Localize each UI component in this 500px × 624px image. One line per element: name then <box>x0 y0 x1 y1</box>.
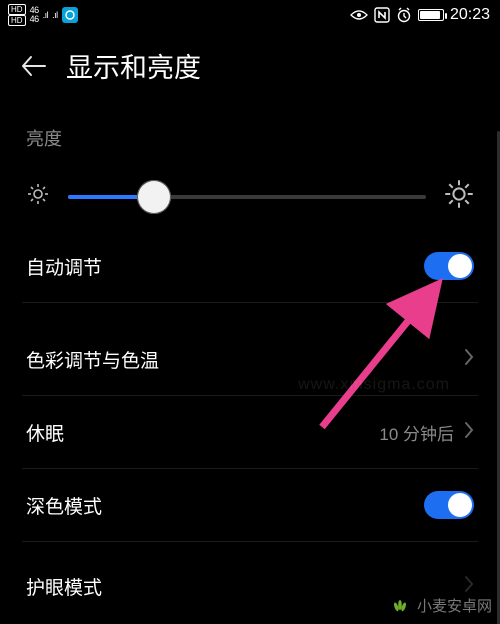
chevron-right-icon <box>464 575 474 598</box>
clock-time: 20:23 <box>450 6 490 24</box>
row-dark-mode[interactable]: 深色模式 <box>26 469 474 541</box>
row-label: 自动调节 <box>26 253 102 280</box>
signal-icon: .ıl <box>52 10 58 20</box>
hd-badge: HD <box>8 4 26 15</box>
chevron-right-icon <box>464 348 474 371</box>
back-arrow-icon <box>21 53 47 79</box>
content-area: 亮度 自动调节 色彩调节与色温 休眠 10 分钟后 <box>0 125 500 624</box>
status-left: HD HD 46 46 .ıl .ıl <box>8 4 78 26</box>
network-label: 46 <box>30 15 39 24</box>
status-bar: HD HD 46 46 .ıl .ıl 20:23 <box>0 0 500 28</box>
signal-icon: .ıl <box>43 10 49 20</box>
brightness-slider-row <box>26 179 474 214</box>
row-color-temp[interactable]: 色彩调节与色温 <box>26 323 474 395</box>
row-label: 休眠 <box>26 419 64 446</box>
sleep-value: 10 分钟后 <box>379 420 454 445</box>
row-sleep[interactable]: 休眠 10 分钟后 <box>26 396 474 468</box>
eye-icon <box>350 9 368 21</box>
nfc-icon <box>374 7 390 23</box>
sun-small-icon <box>26 182 50 211</box>
page-header: 显示和亮度 <box>0 28 500 111</box>
chevron-right-icon <box>464 421 474 444</box>
hd-badge: HD <box>8 15 26 26</box>
row-label: 色彩调节与色温 <box>26 346 159 373</box>
brightness-slider[interactable] <box>68 195 426 199</box>
back-button[interactable] <box>20 52 48 80</box>
status-right: 20:23 <box>350 6 490 24</box>
row-auto-adjust[interactable]: 自动调节 <box>26 230 474 302</box>
page-title: 显示和亮度 <box>66 46 201 85</box>
alarm-icon <box>396 7 412 23</box>
sun-large-icon <box>444 179 474 214</box>
row-label: 护眼模式 <box>26 573 102 600</box>
dark-mode-toggle[interactable] <box>424 491 474 519</box>
row-eye-comfort[interactable]: 护眼模式 <box>26 562 474 610</box>
row-label: 深色模式 <box>26 492 102 519</box>
auto-adjust-toggle[interactable] <box>424 252 474 280</box>
app-icon <box>62 7 78 23</box>
battery-icon <box>418 9 444 21</box>
brightness-label: 亮度 <box>26 125 474 151</box>
slider-thumb[interactable] <box>137 180 171 214</box>
